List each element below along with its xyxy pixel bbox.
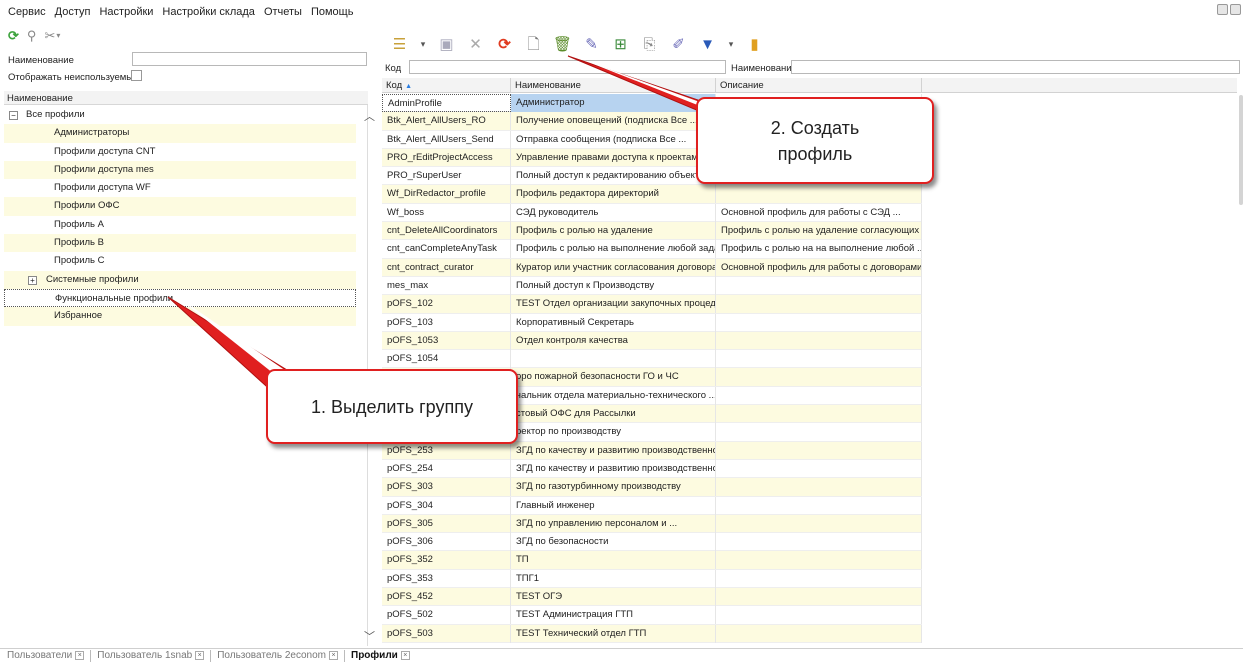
- tab-separator: [90, 649, 92, 662]
- tab-close-icon[interactable]: ×: [75, 651, 85, 660]
- tab-label: Пользователи: [7, 649, 73, 661]
- callout-select-group: 1. Выделить группу: [266, 369, 518, 444]
- tab-close-icon[interactable]: ×: [329, 651, 339, 660]
- tab-label: Профили: [351, 649, 398, 661]
- tab-close-icon[interactable]: ×: [195, 651, 205, 660]
- tab-item[interactable]: Пользователь 2econom ×: [217, 649, 351, 662]
- bottom-tabs: Пользователи × Пользователь 1snab × Пользова…: [0, 648, 1243, 662]
- arrow-to-create: [567, 55, 708, 116]
- tab-separator: [210, 649, 212, 662]
- tab-label: Пользователь 2econom: [217, 649, 327, 661]
- tab-separator: [344, 649, 346, 662]
- arrow-to-create-inner: [578, 58, 700, 106]
- annotation-arrows: [167, 55, 708, 396]
- tab-item[interactable]: Пользователь 1snab ×: [97, 649, 217, 662]
- callout-create-profile-line2: профиль: [777, 143, 853, 164]
- tab-item[interactable]: Профили ×: [351, 649, 416, 662]
- callout-select-group-text: 1. Выделить группу: [311, 396, 473, 417]
- tab-item[interactable]: Пользователи ×: [7, 649, 97, 662]
- tab-label: Пользователь 1snab: [97, 649, 193, 661]
- tab-close-icon[interactable]: ×: [400, 651, 410, 660]
- callout-create-profile: 2. Создать профиль: [696, 97, 934, 184]
- callout-create-profile-line1: 2. Создать: [770, 117, 860, 138]
